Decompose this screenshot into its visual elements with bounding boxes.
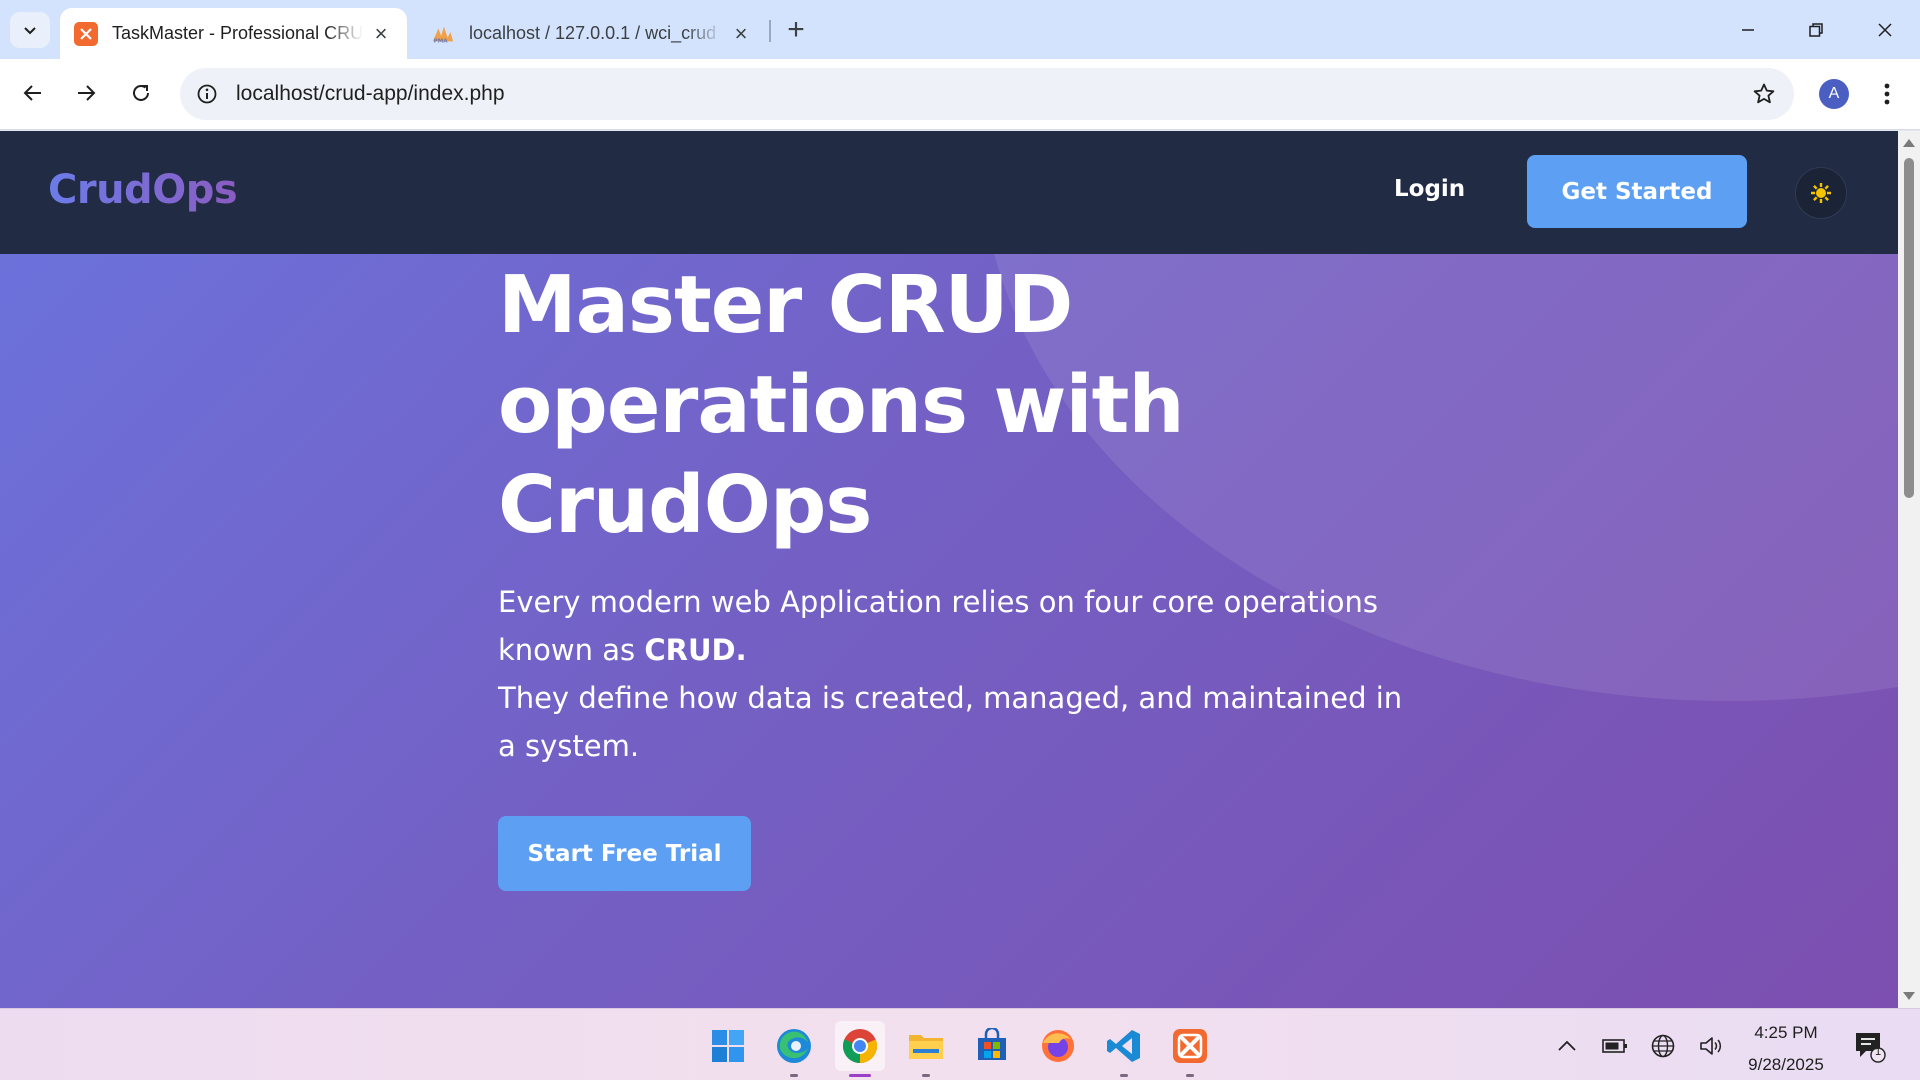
file-explorer-app[interactable]	[901, 1021, 951, 1077]
clock-time: 4:25 PM	[1754, 1023, 1818, 1042]
running-indicator	[790, 1074, 798, 1077]
hero-text-line2: They define how data is created, managed…	[498, 681, 1403, 763]
scroll-up-arrow-icon[interactable]	[1903, 139, 1915, 147]
folder-icon	[909, 1035, 943, 1059]
edge-app[interactable]	[769, 1021, 819, 1077]
url-text: localhost/crud-app/index.php	[236, 82, 505, 105]
system-clock[interactable]: 4:25 PM 9/28/2025	[1730, 1017, 1842, 1080]
start-free-trial-button[interactable]: Start Free Trial	[498, 816, 751, 891]
reload-button[interactable]	[121, 73, 161, 113]
firefox-icon	[1042, 1030, 1074, 1062]
chevron-down-icon	[24, 27, 36, 35]
store-app[interactable]	[967, 1021, 1017, 1071]
tab-phpmyadmin[interactable]: PMA localhost / 127.0.0.1 / wci_crud ×	[417, 8, 767, 59]
minimize-icon	[1742, 28, 1754, 31]
close-icon	[1878, 22, 1892, 37]
close-tab-icon[interactable]: ×	[369, 21, 393, 46]
chevron-up-icon	[1558, 1040, 1576, 1051]
restore-button[interactable]	[1782, 0, 1850, 59]
battery-status[interactable]	[1600, 1031, 1630, 1061]
tab-title: localhost / 127.0.0.1 / wci_crud	[469, 23, 717, 43]
store-icon	[978, 1028, 1006, 1060]
firefox-app[interactable]	[1033, 1021, 1083, 1071]
browser-menu-button[interactable]	[1872, 76, 1902, 112]
tab-separator	[769, 20, 771, 42]
reload-icon	[133, 84, 149, 101]
address-bar[interactable]: localhost/crud-app/index.php	[180, 68, 1794, 120]
battery-icon	[1602, 1039, 1627, 1053]
phpmyadmin-favicon-icon: PMA	[431, 22, 455, 46]
start-button[interactable]	[703, 1021, 753, 1071]
more-vert-icon	[1884, 83, 1890, 105]
arrow-right-icon	[78, 85, 96, 101]
vscode-icon	[1107, 1030, 1140, 1062]
hero-text-line1: Every modern web Application relies on f…	[498, 585, 1378, 667]
theme-toggle-button[interactable]	[1795, 167, 1847, 219]
running-indicator	[1120, 1074, 1128, 1077]
svg-text:PMA: PMA	[434, 38, 449, 44]
xampp-icon	[1173, 1029, 1207, 1063]
new-tab-button[interactable]: +	[778, 12, 814, 48]
notification-center-button[interactable]: 1	[1852, 1029, 1886, 1063]
tab-title: TaskMaster - Professional CRUD	[112, 23, 363, 43]
speaker-icon	[1700, 1037, 1722, 1055]
sun-icon	[1811, 183, 1831, 203]
bookmark-star-icon[interactable]	[1750, 80, 1778, 108]
clock-date: 9/28/2025	[1748, 1055, 1824, 1074]
login-link[interactable]: Login	[1394, 176, 1465, 202]
tab-taskmaster[interactable]: TaskMaster - Professional CRUD ×	[60, 8, 407, 59]
show-hidden-icons-button[interactable]	[1552, 1031, 1582, 1061]
restore-icon	[1809, 22, 1823, 37]
close-tab-icon[interactable]: ×	[729, 21, 753, 46]
tab-strip: TaskMaster - Professional CRUD × PMA loc…	[0, 0, 1920, 59]
minimize-button[interactable]	[1714, 0, 1782, 59]
xampp-app[interactable]	[1165, 1021, 1215, 1077]
scroll-down-arrow-icon[interactable]	[1903, 992, 1915, 1000]
profile-avatar[interactable]: A	[1819, 79, 1849, 109]
site-info-icon[interactable]	[192, 79, 222, 109]
vscode-app[interactable]	[1099, 1021, 1149, 1077]
forward-button[interactable]	[66, 73, 106, 113]
edge-icon	[777, 1029, 811, 1063]
globe-icon	[1651, 1034, 1675, 1058]
site-logo[interactable]: CrudOps	[48, 167, 238, 213]
get-started-button[interactable]: Get Started	[1527, 155, 1747, 228]
chrome-icon	[843, 1029, 877, 1063]
page-scrollbar[interactable]	[1898, 131, 1920, 1008]
site-navbar: CrudOps Login Get Started	[0, 131, 1898, 254]
active-indicator	[849, 1074, 871, 1077]
close-window-button[interactable]	[1851, 0, 1919, 59]
xampp-favicon-icon	[74, 21, 98, 46]
volume-control[interactable]	[1696, 1031, 1726, 1061]
running-indicator	[1186, 1074, 1194, 1077]
browser-toolbar: localhost/crud-app/index.php A	[0, 59, 1920, 130]
running-indicator	[922, 1074, 930, 1077]
page-viewport: CrudOps Login Get Started Master CRUD op…	[0, 131, 1898, 1008]
arrow-left-icon	[23, 85, 41, 101]
scroll-thumb[interactable]	[1904, 158, 1914, 498]
chrome-app[interactable]	[835, 1021, 885, 1077]
back-button[interactable]	[13, 73, 53, 113]
hero-text-crud: CRUD.	[644, 633, 747, 667]
windows-start-icon	[712, 1030, 744, 1062]
hero-description: Every modern web Application relies on f…	[498, 578, 1418, 770]
tab-search-button[interactable]	[10, 12, 50, 48]
notification-count: 1	[1874, 1046, 1882, 1058]
hero-title: Master CRUD operations with CrudOps	[498, 259, 1185, 551]
taskbar: 4:25 PM 9/28/2025 1	[0, 1008, 1920, 1080]
network-status[interactable]	[1648, 1031, 1678, 1061]
